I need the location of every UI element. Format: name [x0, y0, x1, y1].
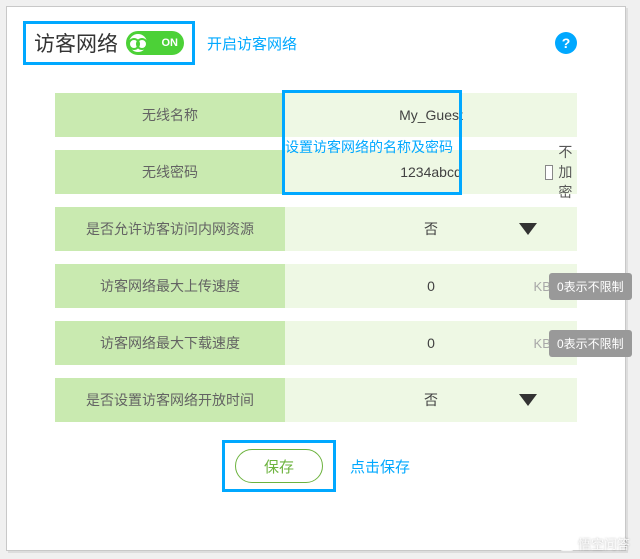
save-hint: 点击保存: [350, 456, 410, 477]
row-upload: 访客网络最大上传速度 0 KB/s 0表示不限制: [55, 264, 577, 308]
upload-note-badge: 0表示不限制: [549, 273, 632, 300]
no-encrypt-option[interactable]: 不加密: [545, 142, 579, 202]
chevron-down-icon: [519, 394, 537, 406]
row-open-time: 是否设置访客网络开放时间 否: [55, 378, 577, 422]
save-highlight-box: 保存: [222, 440, 336, 492]
watermark: 悟空问答: [560, 534, 630, 553]
password-value: 1234abcd: [391, 164, 471, 180]
upload-label: 访客网络最大上传速度: [55, 264, 285, 308]
open-time-value: 否: [391, 390, 471, 410]
title-highlight-box: 访客网络 ON: [23, 21, 195, 65]
credentials-hint: 设置访客网络的名称及密码: [285, 137, 453, 157]
no-encrypt-label: 不加密: [558, 142, 579, 202]
download-note-badge: 0表示不限制: [549, 330, 632, 357]
open-time-select[interactable]: 否: [285, 378, 577, 422]
save-button[interactable]: 保存: [235, 449, 323, 483]
toggle-knob-icon: [129, 34, 147, 52]
open-time-label: 是否设置访客网络开放时间: [55, 378, 285, 422]
watermark-icon: [560, 537, 574, 551]
toggle-state: ON: [162, 37, 179, 49]
download-label: 访客网络最大下载速度: [55, 321, 285, 365]
upload-value: 0: [391, 278, 471, 294]
guest-network-toggle[interactable]: ON: [126, 31, 184, 55]
upload-input[interactable]: 0 KB/s: [285, 264, 577, 308]
ssid-label: 无线名称: [55, 93, 285, 137]
header: 访客网络 ON 开启访客网络 ?: [23, 21, 607, 65]
row-ssid: 无线名称 My_Guest: [55, 93, 577, 137]
header-hint: 开启访客网络: [207, 33, 297, 54]
chevron-down-icon: [519, 223, 537, 235]
page-title: 访客网络: [34, 28, 118, 58]
allow-intranet-select[interactable]: 否: [285, 207, 577, 251]
help-icon[interactable]: ?: [555, 32, 577, 54]
guest-network-panel: 访客网络 ON 开启访客网络 ? 设置访客网络的名称及密码 无线名称 My_Gu…: [6, 6, 626, 551]
watermark-text: 悟空问答: [578, 534, 630, 553]
row-allow-intranet: 是否允许访客访问内网资源 否: [55, 207, 577, 251]
download-input[interactable]: 0 KB/s: [285, 321, 577, 365]
row-download: 访客网络最大下载速度 0 KB/s 0表示不限制: [55, 321, 577, 365]
allow-intranet-label: 是否允许访客访问内网资源: [55, 207, 285, 251]
no-encrypt-checkbox[interactable]: [545, 165, 553, 180]
settings-rows: 设置访客网络的名称及密码 无线名称 My_Guest 无线密码 1234abcd…: [25, 93, 607, 422]
ssid-input[interactable]: My_Guest: [285, 93, 577, 137]
footer: 保存 点击保存: [25, 440, 607, 492]
ssid-value: My_Guest: [391, 107, 471, 123]
download-value: 0: [391, 335, 471, 351]
allow-intranet-value: 否: [391, 219, 471, 239]
password-label: 无线密码: [55, 150, 285, 194]
